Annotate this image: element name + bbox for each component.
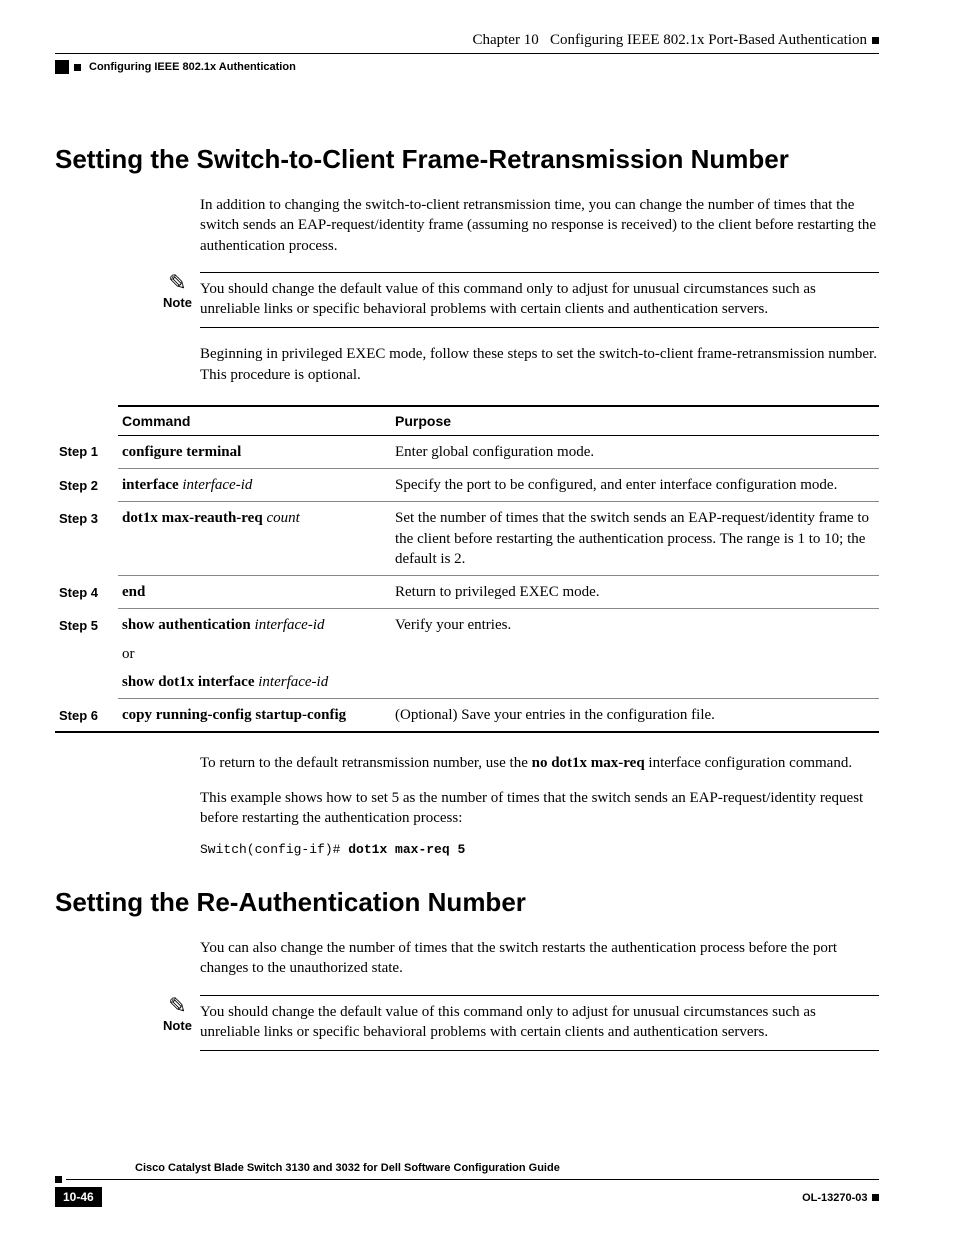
pencil-icon: ✎ <box>168 272 186 294</box>
chapter-title: Configuring IEEE 802.1x Port-Based Authe… <box>550 32 867 48</box>
steps-table: Command Purpose Step 1 configure termina… <box>55 405 879 734</box>
code-example: Switch(config-if)# dot1x max-req 5 <box>200 842 879 857</box>
command: copy running-config startup-config <box>122 707 346 723</box>
header-rule <box>55 53 879 54</box>
footer-guide-title: Cisco Catalyst Blade Switch 3130 and 303… <box>135 1162 560 1174</box>
section1-heading: Setting the Switch-to-Client Frame-Retra… <box>55 144 879 175</box>
command: show authentication <box>122 617 251 633</box>
section1-note-text: You should change the default value of t… <box>200 279 879 320</box>
command-or: or <box>122 644 387 664</box>
corner-marker-small <box>872 37 879 44</box>
table-row: Step 6 copy running-config startup-confi… <box>55 699 879 733</box>
chapter-label: Chapter 10 <box>472 32 538 48</box>
step-label: Step 2 <box>55 469 118 502</box>
table-row: Step 4 end Return to privileged EXEC mod… <box>55 576 879 609</box>
doc-number: OL-13270-03 <box>802 1192 867 1204</box>
step-label: Step 3 <box>55 502 118 576</box>
section2-intro: You can also change the number of times … <box>200 938 879 979</box>
purpose: (Optional) Save your entries in the conf… <box>391 699 879 733</box>
corner-marker-large <box>55 60 69 74</box>
footer-marker-right <box>872 1194 879 1201</box>
section1-intro: In addition to changing the switch-to-cl… <box>200 195 879 256</box>
command: interface <box>122 477 179 493</box>
table-row: Step 1 configure terminal Enter global c… <box>55 435 879 468</box>
table-row: Step 3 dot1x max-reauth-req count Set th… <box>55 502 879 576</box>
command-alt-arg: interface-id <box>258 674 328 690</box>
purpose: Verify your entries. <box>391 609 879 699</box>
purpose: Specify the port to be configured, and e… <box>391 469 879 502</box>
purpose: Enter global configuration mode. <box>391 435 879 468</box>
section2-heading: Setting the Re-Authentication Number <box>55 887 879 918</box>
command: dot1x max-reauth-req <box>122 510 263 526</box>
return-default-text: To return to the default retransmission … <box>200 753 879 773</box>
step-label: Step 4 <box>55 576 118 609</box>
page-number: 10-46 <box>55 1187 102 1207</box>
section-running-title: Configuring IEEE 802.1x Authentication <box>89 61 296 73</box>
command-arg: interface-id <box>255 617 325 633</box>
page-footer: Cisco Catalyst Blade Switch 3130 and 303… <box>55 1162 879 1207</box>
purpose: Return to privileged EXEC mode. <box>391 576 879 609</box>
table-header-command: Command <box>118 406 391 436</box>
command-arg: count <box>266 510 299 526</box>
footer-marker <box>55 1176 62 1183</box>
example-intro: This example shows how to set 5 as the n… <box>200 788 879 829</box>
section1-note: ✎ Note You should change the default val… <box>155 272 879 329</box>
step-label: Step 1 <box>55 435 118 468</box>
step-label: Step 5 <box>55 609 118 699</box>
command-arg: interface-id <box>182 477 252 493</box>
step-label: Step 6 <box>55 699 118 733</box>
note-label: Note <box>163 295 192 310</box>
section2-note-text: You should change the default value of t… <box>200 1002 879 1043</box>
table-header-purpose: Purpose <box>391 406 879 436</box>
note-label: Note <box>163 1018 192 1033</box>
section1-procedure-intro: Beginning in privileged EXEC mode, follo… <box>200 344 879 385</box>
section2-note: ✎ Note You should change the default val… <box>155 995 879 1052</box>
purpose: Set the number of times that the switch … <box>391 502 879 576</box>
corner-marker-small-2 <box>74 64 81 71</box>
command: end <box>122 584 145 600</box>
command: configure terminal <box>122 444 241 460</box>
command-alt: show dot1x interface <box>122 674 254 690</box>
pencil-icon: ✎ <box>168 995 186 1017</box>
table-row: Step 2 interface interface-id Specify th… <box>55 469 879 502</box>
table-row: Step 5 show authentication interface-id … <box>55 609 879 699</box>
